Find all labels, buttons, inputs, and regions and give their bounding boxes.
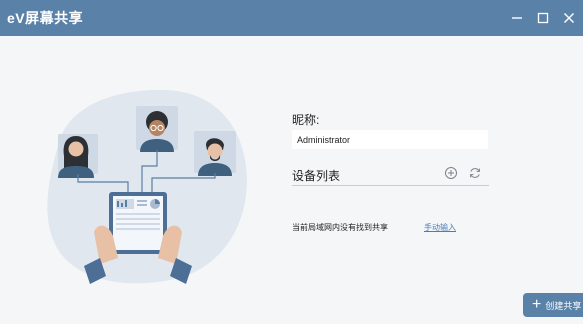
app-title: eV屏幕共享 bbox=[7, 10, 84, 26]
plus-circle-icon[interactable] bbox=[444, 166, 458, 180]
screen-share-illustration bbox=[47, 89, 247, 284]
nickname-label: 昵称: bbox=[292, 113, 320, 127]
create-share-button[interactable]: + 创建共享 bbox=[523, 293, 583, 317]
device-list-divider bbox=[292, 185, 489, 186]
maximize-icon bbox=[537, 12, 549, 24]
minimize-button[interactable] bbox=[505, 0, 529, 36]
minimize-icon bbox=[512, 17, 522, 19]
window-controls bbox=[505, 0, 583, 36]
maximize-button[interactable] bbox=[531, 0, 555, 36]
plus-icon: + bbox=[532, 296, 542, 313]
refresh-icon[interactable] bbox=[468, 166, 482, 180]
manual-input-link[interactable]: 手动输入 bbox=[424, 222, 456, 233]
nickname-input[interactable] bbox=[292, 130, 488, 149]
device-list-title: 设备列表 bbox=[292, 169, 341, 183]
close-icon bbox=[564, 13, 574, 23]
create-share-label: 创建共享 bbox=[545, 300, 582, 311]
close-button[interactable] bbox=[557, 0, 581, 36]
empty-device-message: 当前局域网内没有找到共享 bbox=[292, 223, 388, 232]
tablet-device bbox=[109, 192, 167, 254]
title-bar: eV屏幕共享 bbox=[0, 0, 583, 36]
